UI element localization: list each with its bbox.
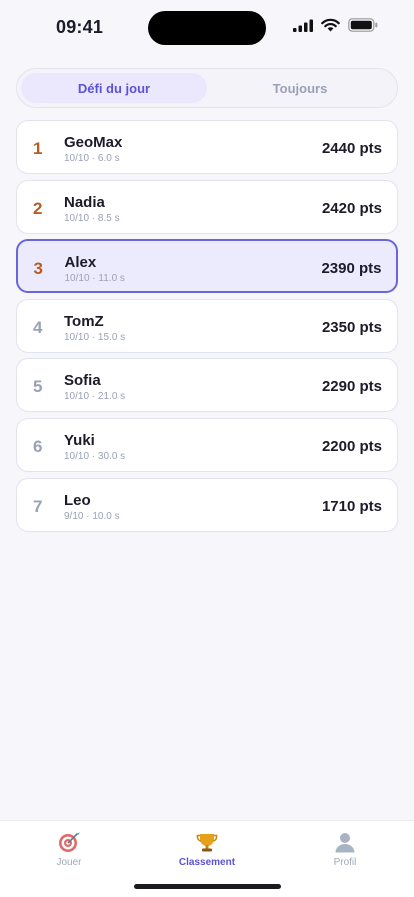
row-player-name: Sofia bbox=[64, 372, 101, 390]
row-player-stats: 9/10 · 10.0 s bbox=[64, 510, 120, 522]
row-score: 2390 pts bbox=[321, 259, 382, 277]
row-player-stats: 10/10 · 30.0 s bbox=[64, 450, 126, 462]
row-player-name: Nadia bbox=[64, 193, 105, 211]
leaderboard-row[interactable]: 7 Leo 9/10 · 10.0 s 1710 pts bbox=[16, 477, 398, 532]
row-player-stats: 10/10 · 11.0 s bbox=[64, 272, 125, 284]
row-score: 2200 pts bbox=[321, 437, 382, 455]
row-rank: 7 bbox=[33, 496, 43, 516]
row-score: 2290 pts bbox=[321, 378, 382, 396]
tab-daily-challenge[interactable]: Défi du jour bbox=[21, 73, 207, 103]
status-bar: 09:41 bbox=[0, 0, 414, 54]
row-rank: 2 bbox=[33, 198, 43, 218]
leaderboard-row[interactable]: 2 Nadia 10/10 · 8.5 s 2420 pts bbox=[16, 179, 398, 234]
dynamic-island bbox=[148, 11, 266, 45]
row-score: 2440 pts bbox=[321, 140, 382, 157]
leaderboard-row[interactable]: 1 GeoMax 10/10 · 6.0 s 2440 pts bbox=[16, 120, 398, 174]
profile-icon bbox=[335, 833, 355, 853]
tabbar-label: Classement bbox=[178, 857, 236, 868]
leaderboard-period-segment: Défi du jour Toujours bbox=[16, 68, 398, 108]
status-time: 09:41 bbox=[56, 17, 104, 37]
trophy-icon bbox=[196, 834, 218, 852]
leaderboard-row[interactable]: 5 Sofia 10/10 · 21.0 s 2290 pts bbox=[16, 358, 398, 413]
row-score: 2350 pts bbox=[321, 318, 382, 336]
row-player-stats: 10/10 · 8.5 s bbox=[64, 212, 120, 224]
tabbar-item-play[interactable]: Jouer bbox=[9, 827, 129, 868]
row-rank: 5 bbox=[33, 377, 43, 397]
leaderboard-row-current-user[interactable]: 3 Alex 10/10 · 11.0 s 2390 pts bbox=[16, 239, 398, 294]
home-indicator[interactable] bbox=[134, 884, 281, 889]
wifi-icon bbox=[321, 18, 340, 32]
row-player-stats: 10/10 · 15.0 s bbox=[64, 331, 126, 343]
row-player-name: Yuki bbox=[64, 431, 95, 449]
tabbar-item-leaderboard[interactable]: Classement bbox=[147, 827, 267, 868]
row-player-stats: 10/10 · 6.0 s bbox=[64, 153, 120, 164]
tabbar-label: Profil bbox=[333, 857, 357, 868]
row-player-name: GeoMax bbox=[64, 134, 123, 151]
tab-all-time[interactable]: Toujours bbox=[207, 73, 393, 103]
cellular-signal-icon bbox=[293, 19, 313, 32]
target-icon bbox=[59, 832, 80, 852]
battery-icon bbox=[348, 18, 378, 32]
leaderboard-row[interactable]: 6 Yuki 10/10 · 30.0 s 2200 pts bbox=[16, 417, 398, 472]
row-rank: 6 bbox=[33, 436, 43, 456]
row-rank: 1 bbox=[33, 139, 43, 158]
row-player-name: Leo bbox=[64, 491, 91, 509]
status-icons bbox=[293, 18, 378, 32]
tabbar-label: Jouer bbox=[56, 857, 82, 868]
row-player-stats: 10/10 · 21.0 s bbox=[64, 391, 126, 403]
leaderboard-list: 1 GeoMax 10/10 · 6.0 s 2440 pts 2 Nadia … bbox=[16, 120, 398, 537]
row-rank: 3 bbox=[33, 258, 43, 278]
row-player-name: TomZ bbox=[64, 312, 104, 330]
row-score: 1710 pts bbox=[321, 497, 382, 515]
row-player-name: Alex bbox=[64, 253, 97, 271]
row-score: 2420 pts bbox=[321, 199, 382, 217]
row-rank: 4 bbox=[33, 317, 43, 337]
tabbar-item-profile[interactable]: Profil bbox=[285, 827, 405, 868]
leaderboard-row[interactable]: 4 TomZ 10/10 · 15.0 s 2350 pts bbox=[16, 298, 398, 353]
